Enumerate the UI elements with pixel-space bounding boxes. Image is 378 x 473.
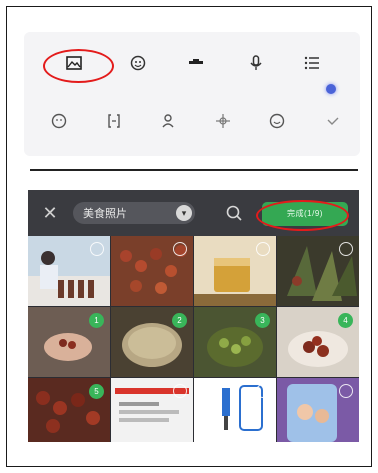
notification-dot	[326, 84, 336, 94]
move-icon[interactable]	[210, 108, 236, 134]
album-selector[interactable]: 美食照片 ▾	[73, 202, 195, 224]
select-circle[interactable]	[339, 242, 353, 256]
list-icon[interactable]	[299, 50, 325, 76]
photo-woman-kitchen[interactable]	[28, 236, 110, 306]
photo-dried-greens[interactable]	[277, 236, 359, 306]
selected-marker[interactable]: 3	[255, 313, 270, 328]
selected-marker[interactable]: 1	[89, 313, 104, 328]
close-icon[interactable]: ✕	[40, 203, 60, 223]
microphone-icon[interactable]	[243, 50, 269, 76]
photo-grain-bowl[interactable]: 2	[111, 307, 193, 377]
emoji-icon[interactable]	[46, 108, 72, 134]
minus-bar-icon[interactable]	[183, 50, 209, 76]
highlight-oval-send-button	[256, 200, 349, 231]
highlight-oval-image-icon	[43, 49, 114, 83]
selected-marker[interactable]: 2	[172, 313, 187, 328]
section-divider	[30, 169, 358, 171]
select-circle[interactable]	[173, 242, 187, 256]
photo-phone-tool[interactable]	[194, 378, 276, 442]
photo-dates-pile[interactable]: 5	[28, 378, 110, 442]
select-circle[interactable]	[90, 242, 104, 256]
album-label: 美食照片	[83, 208, 127, 220]
toolbar-row-bottom	[24, 108, 360, 142]
photo-phone-family[interactable]	[277, 378, 359, 442]
check-icon[interactable]	[320, 108, 346, 134]
photo-dates-plate[interactable]: 4	[277, 307, 359, 377]
chevron-down-icon: ▾	[176, 205, 192, 221]
bracket-icon[interactable]	[101, 108, 127, 134]
photo-grid: 1 2 3 4 5	[28, 236, 359, 442]
selected-marker[interactable]: 5	[89, 384, 104, 399]
search-icon[interactable]	[224, 203, 244, 223]
select-circle[interactable]	[256, 242, 270, 256]
photo-green-beans[interactable]: 3	[194, 307, 276, 377]
select-circle[interactable]	[256, 384, 270, 398]
select-circle[interactable]	[339, 384, 353, 398]
smile-icon[interactable]	[264, 108, 290, 134]
person-icon[interactable]	[156, 108, 182, 134]
selected-marker[interactable]: 4	[338, 313, 353, 328]
select-circle[interactable]	[173, 384, 187, 398]
sticker-icon[interactable]	[125, 50, 151, 76]
photo-red-dates[interactable]	[111, 236, 193, 306]
photo-tea-cup[interactable]	[194, 236, 276, 306]
photo-screenshot-red[interactable]	[111, 378, 193, 442]
photo-hand-dates[interactable]: 1	[28, 307, 110, 377]
